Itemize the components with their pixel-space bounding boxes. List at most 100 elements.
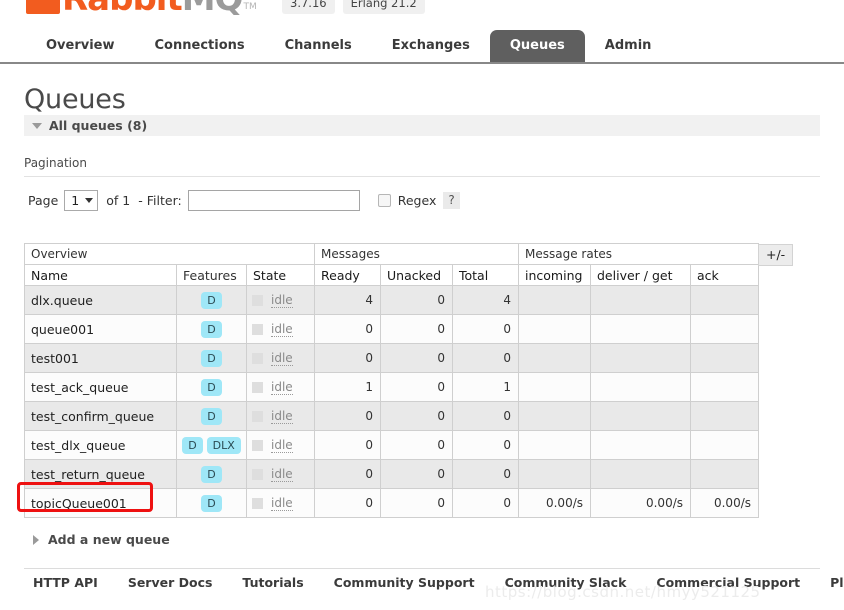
- queue-name-cell[interactable]: test_confirm_queue: [24, 401, 177, 431]
- table-row[interactable]: test_dlx_queue D DLX idle 0 0 0: [24, 430, 759, 460]
- columns-toggle-button[interactable]: +/-: [758, 244, 794, 266]
- tab-queues[interactable]: Queues: [489, 30, 585, 62]
- queues-table: Overview Messages Message rates Name Fea…: [24, 243, 759, 518]
- queue-name-cell[interactable]: dlx.queue: [24, 285, 177, 315]
- queue-name-cell[interactable]: test_return_queue: [24, 459, 177, 489]
- table-row[interactable]: queue001 Didle 0 0 0: [24, 314, 759, 344]
- feature-badge-d[interactable]: D: [201, 320, 222, 338]
- main-navigation-tabbar: Overview Connections Channels Exchanges …: [0, 28, 844, 64]
- queue-incoming-rate-cell: [518, 459, 591, 489]
- feature-badge-d[interactable]: D: [201, 378, 222, 396]
- queue-ready-cell: 0: [314, 314, 381, 344]
- queue-incoming-rate-cell: [518, 314, 591, 344]
- queue-ack-rate-cell: [690, 430, 759, 460]
- pagination-controls: Page 1 of 1 - Filter: Regex ?: [28, 190, 460, 211]
- column-header-incoming[interactable]: incoming: [518, 264, 591, 286]
- nav-tabs: Overview Connections Channels Exchanges …: [26, 30, 671, 62]
- footer-link-http-api[interactable]: HTTP API: [33, 575, 98, 590]
- queue-state-cell: idle: [246, 459, 315, 489]
- queue-state-cell: idle: [246, 314, 315, 344]
- queue-name-cell[interactable]: test_dlx_queue: [24, 430, 177, 460]
- feature-badge-d[interactable]: D: [182, 436, 203, 454]
- queue-name-cell[interactable]: topicQueue001: [24, 488, 177, 518]
- page-select[interactable]: 1: [64, 190, 99, 211]
- rabbitmq-logo-mark-icon: [26, 0, 60, 14]
- footer-link-commercial-support[interactable]: Commercial Support: [656, 575, 800, 590]
- group-header-messages: Messages: [314, 243, 519, 265]
- queue-unacked-cell: 0: [380, 314, 453, 344]
- column-header-total[interactable]: Total: [452, 264, 519, 286]
- column-header-unacked[interactable]: Unacked: [380, 264, 453, 286]
- queue-features-cell: D: [176, 488, 247, 518]
- queue-total-cell: 0: [452, 343, 519, 373]
- queue-name-cell[interactable]: queue001: [24, 314, 177, 344]
- tab-admin[interactable]: Admin: [585, 30, 672, 62]
- queue-ready-cell: 0: [314, 430, 381, 460]
- queue-incoming-rate-cell: [518, 401, 591, 431]
- logo-text-mq: MQ: [182, 0, 244, 19]
- queue-ack-rate-cell: [690, 372, 759, 402]
- tab-connections[interactable]: Connections: [135, 30, 265, 62]
- feature-badge-d[interactable]: D: [201, 465, 222, 483]
- table-row[interactable]: test001 Didle 0 0 0: [24, 343, 759, 373]
- column-header-name[interactable]: Name: [24, 264, 177, 286]
- queue-ack-rate-cell: [690, 459, 759, 489]
- footer-link-community-slack[interactable]: Community Slack: [505, 575, 627, 590]
- footer-link-community-support[interactable]: Community Support: [334, 575, 475, 590]
- all-queues-section-toggle[interactable]: All queues (8): [24, 115, 820, 136]
- feature-badge-d[interactable]: D: [201, 407, 222, 425]
- tab-channels[interactable]: Channels: [265, 30, 372, 62]
- table-row[interactable]: topicQueue001 Didle 0 0 0 0.00/s 0.00/s 0.00/s: [24, 488, 759, 518]
- footer-link-server-docs[interactable]: Server Docs: [128, 575, 213, 590]
- queue-features-cell: D: [176, 459, 247, 489]
- queue-deliver-get-rate-cell: [590, 459, 691, 489]
- tab-exchanges[interactable]: Exchanges: [372, 30, 490, 62]
- add-new-queue-toggle[interactable]: Add a new queue: [33, 532, 170, 547]
- table-row[interactable]: test_return_queue Didle 0 0 0: [24, 459, 759, 489]
- queue-ready-cell: 1: [314, 372, 381, 402]
- pagination-heading: Pagination: [24, 156, 87, 170]
- queue-unacked-cell: 0: [380, 430, 453, 460]
- queue-state-cell: idle: [246, 430, 315, 460]
- table-row[interactable]: test_ack_queue Didle 1 0 1: [24, 372, 759, 402]
- footer-link-tutorials[interactable]: Tutorials: [242, 575, 303, 590]
- table-row[interactable]: dlx.queue Didle 4 0 4: [24, 285, 759, 315]
- feature-badge-d[interactable]: D: [201, 291, 222, 309]
- queue-name-cell[interactable]: test001: [24, 343, 177, 373]
- logo-trademark: TM: [243, 2, 257, 12]
- queue-features-cell: D: [176, 343, 247, 373]
- column-header-deliver-get[interactable]: deliver / get: [590, 264, 691, 286]
- regex-help-button[interactable]: ?: [443, 192, 460, 209]
- feature-badge-dlx[interactable]: DLX: [206, 436, 241, 454]
- rabbitmq-logo[interactable]: RabbitMQ TM: [26, 0, 257, 16]
- app-header: RabbitMQ TM 3.7.16 Erlang 21.2: [0, 0, 844, 22]
- column-header-ready[interactable]: Ready: [314, 264, 381, 286]
- queue-ack-rate-cell: 0.00/s: [690, 488, 759, 518]
- pagination-dash: -: [138, 193, 143, 208]
- footer-link-plugins[interactable]: Plugins: [830, 575, 844, 590]
- table-row[interactable]: test_confirm_queue Didle 0 0 0: [24, 401, 759, 431]
- table-group-header-row: Overview Messages Message rates: [24, 243, 759, 265]
- regex-checkbox[interactable]: [377, 194, 391, 207]
- queue-name-cell[interactable]: test_ack_queue: [24, 372, 177, 402]
- queue-state-label: idle: [271, 437, 293, 453]
- queue-features-cell: D: [176, 314, 247, 344]
- queue-state-label: idle: [271, 350, 293, 366]
- pagination-divider: [24, 176, 820, 177]
- column-header-state[interactable]: State: [246, 264, 315, 286]
- state-indicator-icon: [252, 410, 263, 422]
- filter-input[interactable]: [187, 190, 360, 211]
- column-header-ack[interactable]: ack: [690, 264, 759, 286]
- queue-total-cell: 0: [452, 459, 519, 489]
- queue-deliver-get-rate-cell: [590, 372, 691, 402]
- queue-deliver-get-rate-cell: [590, 401, 691, 431]
- server-version-badge: 3.7.16: [282, 0, 335, 14]
- queue-ready-cell: 0: [314, 459, 381, 489]
- tab-overview[interactable]: Overview: [26, 30, 135, 62]
- page-of-label: of 1: [106, 193, 131, 208]
- column-header-features[interactable]: Features: [176, 264, 247, 286]
- queues-table-head: Overview Messages Message rates Name Fea…: [24, 243, 759, 286]
- queue-features-cell: D DLX: [176, 430, 247, 460]
- feature-badge-d[interactable]: D: [201, 349, 222, 367]
- feature-badge-d[interactable]: D: [201, 494, 222, 512]
